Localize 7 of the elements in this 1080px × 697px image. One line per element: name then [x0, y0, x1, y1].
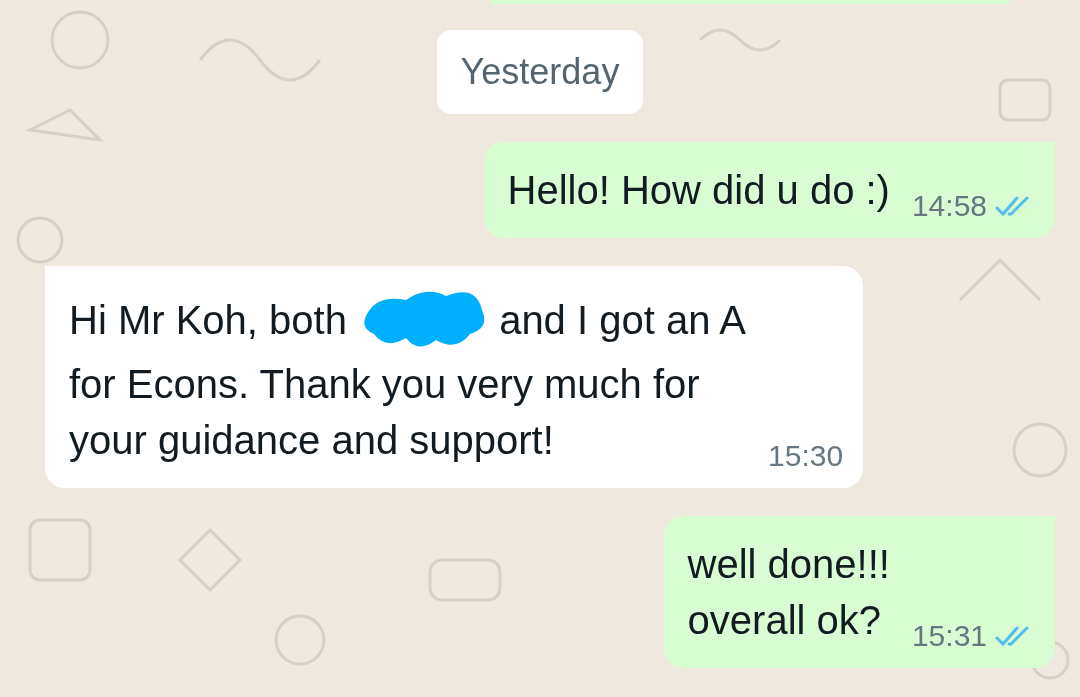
message-text: Hi Mr Koh, both and I got an A for Econs. Thank you very much for your guidance and support! [69, 286, 746, 468]
date-chip: Yesterday [436, 30, 644, 114]
message-time: 14:58 [911, 188, 987, 224]
message-text: Hello! How did u do :) [507, 167, 890, 214]
message-text: well done!!! overall ok? [687, 541, 890, 644]
message-time: 15:30 [768, 438, 844, 474]
message-time: 15:31 [911, 618, 987, 654]
